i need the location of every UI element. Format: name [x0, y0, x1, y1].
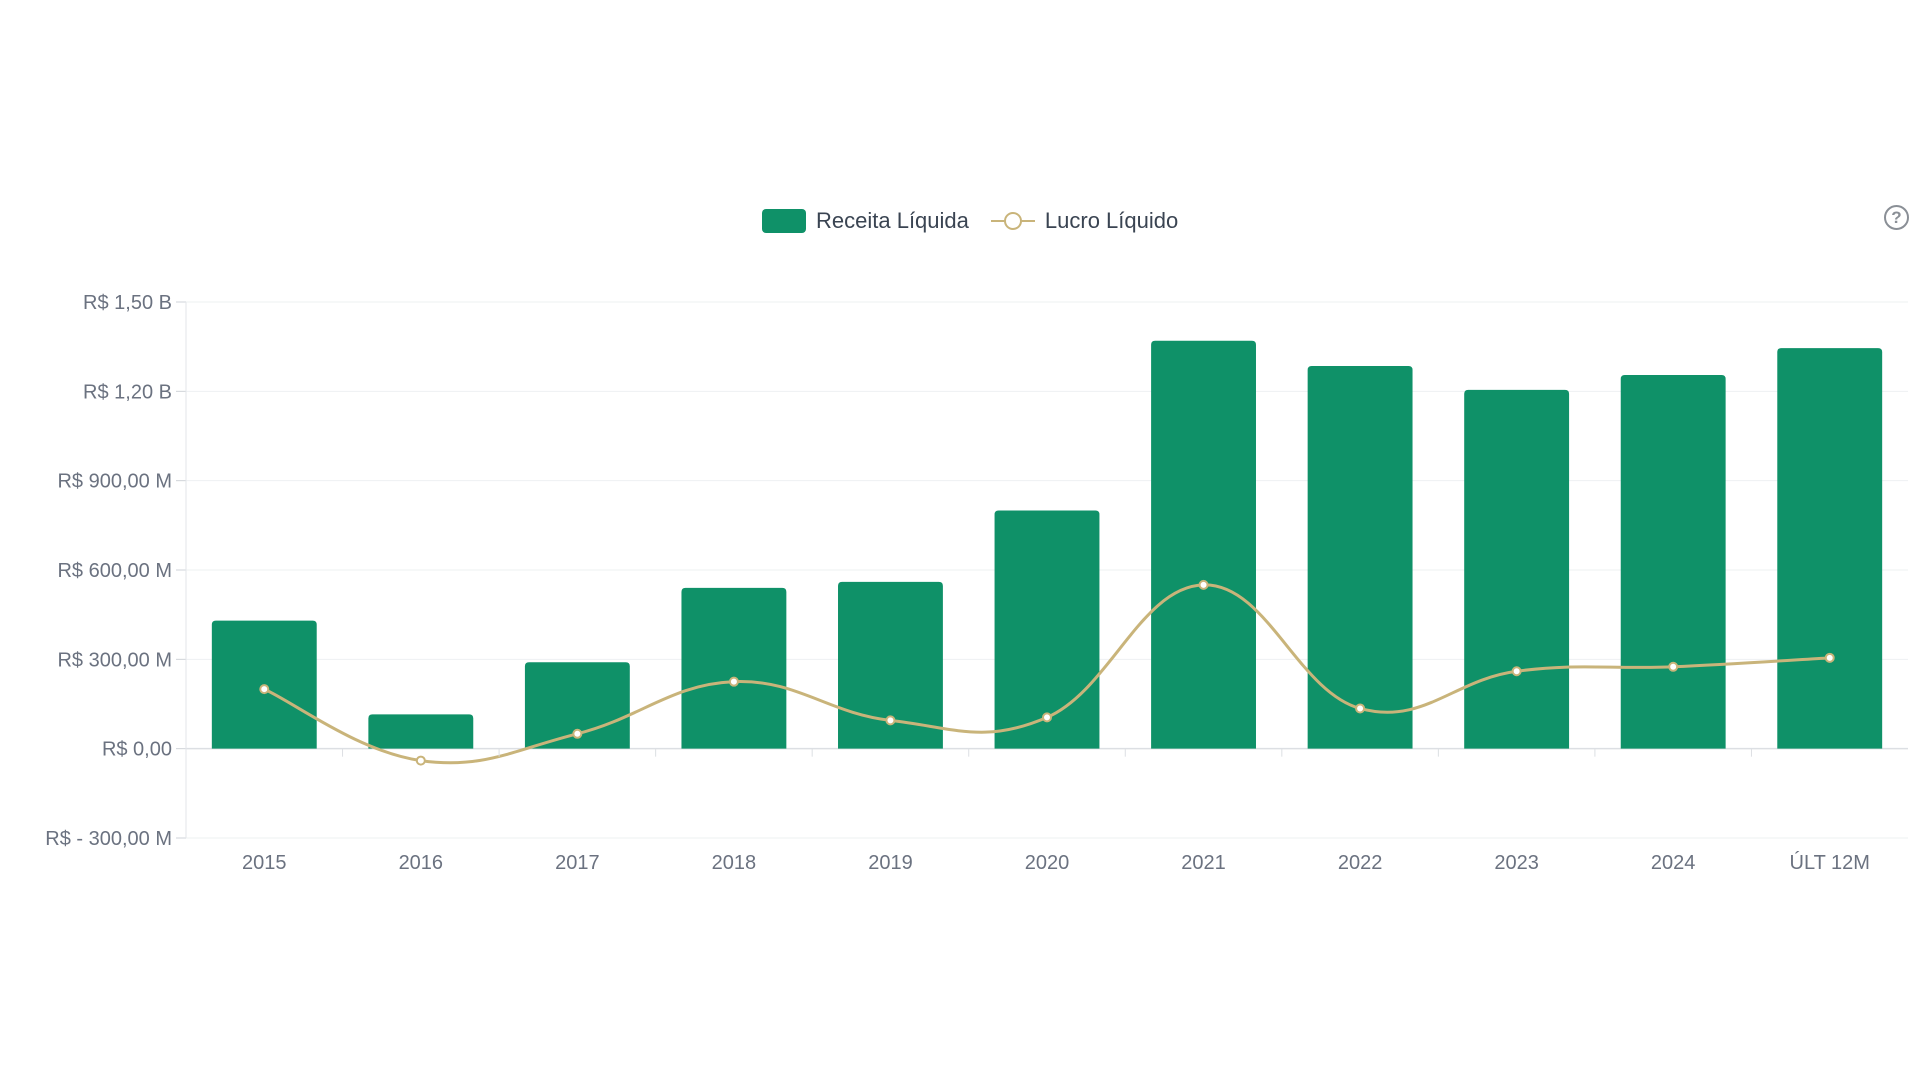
line-point[interactable]	[1042, 712, 1052, 723]
legend-item-lucro[interactable]: Lucro Líquido	[990, 208, 1179, 234]
line-point[interactable]	[1355, 703, 1366, 714]
bar[interactable]	[1151, 340, 1256, 749]
y-tick-label: R$ 600,00 M	[57, 560, 172, 582]
bars-layer	[211, 340, 1883, 749]
help-icon[interactable]: ?	[1884, 205, 1909, 230]
bar[interactable]	[1777, 348, 1883, 749]
bar[interactable]	[681, 587, 787, 749]
x-tick-label: 2018	[712, 852, 757, 874]
legend-item-receita[interactable]: Receita Líquida	[762, 208, 969, 234]
y-tick-label: R$ 1,50 B	[83, 292, 172, 314]
x-tick-label: 2017	[555, 852, 600, 874]
line-point[interactable]	[1511, 666, 1522, 677]
line-point[interactable]	[572, 728, 583, 739]
x-axis: 2015 2016 2017 2018 2019 2020 2021 2022 2023 2024…	[242, 748, 1870, 874]
x-tick-label: 2015	[242, 852, 287, 874]
x-tick-label: 2020	[1025, 852, 1070, 874]
chart-container: Receita Líquida Lucro Líquido ? R$ 1,50 …	[0, 0, 1920, 1080]
x-tick-label: 2023	[1494, 852, 1539, 874]
bar[interactable]	[1620, 374, 1726, 749]
y-tick-label: R$ 1,20 B	[83, 381, 172, 403]
y-axis: R$ 1,50 B R$ 1,20 B R$ 900,00 M R$ 600,00 M…	[45, 292, 187, 850]
x-tick-label: 2024	[1651, 852, 1696, 874]
bar[interactable]	[1464, 389, 1570, 749]
bar[interactable]	[368, 714, 474, 749]
line-point[interactable]	[1668, 661, 1679, 672]
y-tick-label: R$ - 300,00 M	[45, 828, 172, 850]
line-point[interactable]	[728, 676, 739, 687]
legend-bar-swatch-icon	[762, 209, 806, 233]
x-tick-label: 2021	[1181, 852, 1226, 874]
legend-label-receita: Receita Líquida	[816, 208, 969, 233]
legend-line-swatch-icon	[990, 209, 1035, 233]
line-point[interactable]	[259, 684, 270, 695]
line-point[interactable]	[1198, 579, 1209, 590]
line-point[interactable]	[1824, 652, 1835, 663]
y-tick-label: R$ 300,00 M	[57, 649, 172, 671]
legend: Receita Líquida Lucro Líquido	[762, 204, 1178, 238]
line-point[interactable]	[885, 715, 896, 726]
y-tick-label: R$ 0,00	[102, 739, 172, 761]
line-point[interactable]	[415, 755, 426, 766]
bar[interactable]	[1307, 366, 1413, 749]
y-tick-label: R$ 900,00 M	[57, 471, 172, 493]
plot-area: R$ 1,50 B R$ 1,20 B R$ 900,00 M R$ 600,00 M…	[45, 292, 1908, 874]
x-tick-label: 2022	[1338, 852, 1383, 874]
x-tick-label: ÚLT 12M	[1790, 851, 1870, 874]
x-tick-label: 2016	[399, 852, 444, 874]
x-tick-label: 2019	[868, 852, 913, 874]
legend-label-lucro: Lucro Líquido	[1044, 208, 1179, 233]
